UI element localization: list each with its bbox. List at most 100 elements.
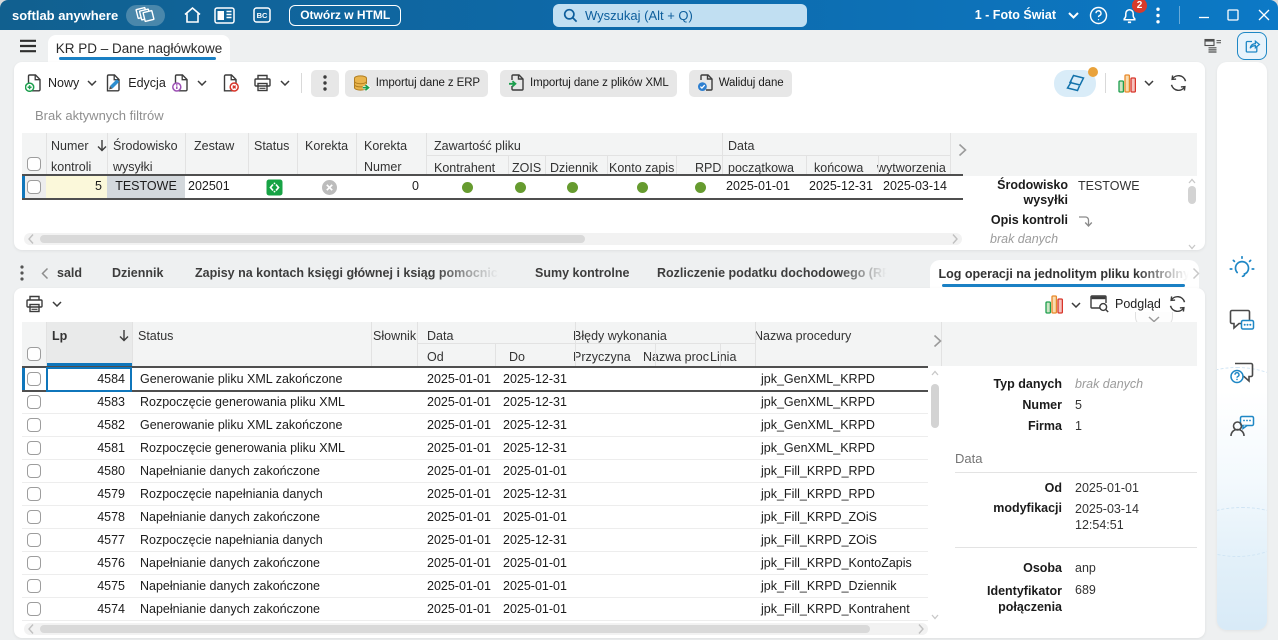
tabs-scroll-left-icon[interactable] <box>41 267 49 280</box>
cell-od[interactable]: 2025-01-01 <box>427 506 491 529</box>
table-row[interactable]: 4577 Rozpoczęcie napełniania danych 2025… <box>22 529 928 552</box>
tab-log-operacji-active[interactable]: Log operacji na jednolitym pliku kontrol… <box>930 260 1199 288</box>
select-all-checkbox[interactable] <box>27 157 41 171</box>
chart-view-button[interactable] <box>1118 73 1154 93</box>
contact-chat-button[interactable] <box>1229 413 1255 439</box>
document-delete-button[interactable] <box>222 74 239 92</box>
share-button[interactable] <box>1237 32 1267 60</box>
toolbar-more-button[interactable] <box>310 69 339 97</box>
cell-nazwa-procedury[interactable]: jpk_Fill_KRPD_Kontrahent <box>761 598 910 621</box>
row-checkbox[interactable] <box>27 418 41 432</box>
tab-kr-pd-dane-naglowkowe[interactable]: KR PD – Dane nagłówkowe <box>48 35 230 62</box>
cell-status[interactable]: Napełnianie danych zakończone <box>140 460 320 483</box>
titlebar-menu-button[interactable] <box>1144 1 1172 29</box>
tabs-scroll-right-icon[interactable] <box>1192 267 1200 280</box>
cell-status[interactable]: Rozpoczęcie generowania pliku XML <box>140 391 345 414</box>
scroll-down-icon[interactable] <box>931 614 939 620</box>
cell-od[interactable]: 2025-01-01 <box>427 483 491 506</box>
grid1-hscrollbar[interactable] <box>24 233 962 245</box>
scroll-left-icon[interactable] <box>28 233 34 245</box>
bc-button[interactable]: BC <box>252 3 272 27</box>
cell-od[interactable]: 2025-01-01 <box>427 529 491 552</box>
edit-button[interactable]: Edycja <box>104 74 166 92</box>
cell-do[interactable]: 2025-01-01 <box>503 552 567 575</box>
col-nazwa-proc[interactable]: Nazwa proc <box>643 347 709 368</box>
cell-do[interactable]: 2025-01-01 <box>503 460 567 483</box>
cell-lp[interactable]: 4579 <box>46 483 132 506</box>
cell-numer[interactable]: 5 <box>46 176 107 198</box>
cell-od[interactable]: 2025-01-01 <box>427 368 491 391</box>
row-checkbox[interactable] <box>27 487 41 501</box>
notifications-button[interactable]: 2 <box>1115 0 1147 29</box>
workspace-pill-button[interactable] <box>126 4 166 26</box>
cell-do[interactable]: 2025-12-31 <box>503 483 567 506</box>
row-checkbox[interactable] <box>27 441 41 455</box>
cell-nazwa-procedury[interactable]: jpk_GenXML_KRPD <box>761 414 875 437</box>
cell-nazwa-procedury[interactable]: jpk_Fill_KRPD_RPD <box>761 460 875 483</box>
validate-button[interactable]: Waliduj dane <box>688 69 792 97</box>
cell-od[interactable]: 2025-01-01 <box>427 437 491 460</box>
cell-status[interactable]: Generowanie pliku XML zakończone <box>140 368 342 391</box>
import-xml-button[interactable]: Importuj dane z plików XML <box>500 69 677 97</box>
cell-status[interactable]: Napełnianie danych zakończone <box>140 598 320 621</box>
cell-status[interactable]: Generowanie pliku XML zakończone <box>140 414 342 437</box>
import-erp-button[interactable]: Importuj dane z ERP <box>344 69 489 97</box>
select-all-checkbox[interactable] <box>27 347 41 361</box>
cell-od[interactable]: 2025-01-01 <box>427 414 491 437</box>
cell-wytworzenia[interactable]: 2025-03-14 <box>878 176 950 198</box>
grid2-expand-chevron[interactable] <box>933 334 942 348</box>
workspace-indicator-button[interactable] <box>1054 66 1098 97</box>
grid2-vscroll-thumb[interactable] <box>931 384 939 428</box>
scroll-right-icon[interactable] <box>918 623 924 635</box>
col-lp[interactable]: Lp <box>52 326 67 347</box>
grid2-hscrollbar[interactable] <box>24 623 928 635</box>
cell-status[interactable]: Rozpoczęcie generowania pliku XML <box>140 437 345 460</box>
row-checkbox[interactable] <box>27 372 41 386</box>
row-checkbox[interactable] <box>27 602 41 616</box>
row-checkbox[interactable] <box>27 464 41 478</box>
chart-view-button[interactable] <box>1045 295 1081 314</box>
cell-status[interactable]: Napełnianie danych zakończone <box>140 575 320 598</box>
cell-lp[interactable]: 4576 <box>46 552 132 575</box>
table-row[interactable]: 4574 Napełnianie danych zakończone 2025-… <box>22 598 928 621</box>
minimize-button[interactable] <box>1191 0 1217 30</box>
col-status[interactable]: Status <box>254 136 289 157</box>
cell-srodowisko[interactable]: TESTOWE <box>107 176 185 198</box>
cell-lp[interactable]: 4574 <box>46 598 132 621</box>
table-row[interactable]: 4582 Generowanie pliku XML zakończone 20… <box>22 414 928 437</box>
cell-do[interactable]: 2025-12-31 <box>503 529 567 552</box>
cell-status[interactable]: Rozpoczęcie napełniania danych <box>140 529 323 552</box>
scroll-down-icon[interactable] <box>1188 244 1196 250</box>
table-row[interactable]: 4575 Napełnianie danych zakończone 2025-… <box>22 575 928 598</box>
cell-do[interactable]: 2025-12-31 <box>503 437 567 460</box>
refresh-button[interactable] <box>1168 73 1189 93</box>
table-row[interactable]: 4584 Generowanie pliku XML zakończone 20… <box>22 368 928 391</box>
tab-sald[interactable]: sald <box>57 258 82 288</box>
cell-lp[interactable]: 4577 <box>46 529 132 552</box>
cell-lp[interactable]: 4582 <box>46 414 132 437</box>
scroll-left-icon[interactable] <box>28 623 34 635</box>
cell-poczatkowa[interactable]: 2025-01-01 <box>722 176 806 198</box>
cell-nazwa-procedury[interactable]: jpk_Fill_KRPD_KontoZapis <box>761 552 912 575</box>
col-slownik[interactable]: Słownik <box>373 326 416 347</box>
cell-nazwa-procedury[interactable]: jpk_GenXML_KRPD <box>761 437 875 460</box>
sort-descending-icon[interactable] <box>118 329 130 342</box>
company-selector[interactable]: 1 - Foto Świat <box>975 8 1056 22</box>
cell-zestaw[interactable]: 202501 <box>185 176 248 198</box>
cell-nazwa-procedury[interactable]: jpk_Fill_KRPD_Dziennik <box>761 575 896 598</box>
cell-do[interactable]: 2025-01-01 <box>503 506 567 529</box>
close-button[interactable] <box>1251 0 1277 30</box>
col-przyczyna[interactable]: Przyczyna <box>573 347 631 368</box>
help-chat-button[interactable] <box>1229 361 1255 387</box>
cell-nazwa-procedury[interactable]: jpk_Fill_KRPD_RPD <box>761 483 875 506</box>
cell-od[interactable]: 2025-01-01 <box>427 460 491 483</box>
cell-nazwa-procedury[interactable]: jpk_GenXML_KRPD <box>761 391 875 414</box>
col-zestaw[interactable]: Zestaw <box>194 136 234 157</box>
cell-korekta-numer[interactable]: 0 <box>356 176 426 198</box>
cell-lp[interactable]: 4581 <box>46 437 132 460</box>
col-srodowisko[interactable]: Środowisko wysyłki <box>113 136 178 178</box>
grid1-expand-chevron[interactable] <box>958 143 967 157</box>
cell-od[interactable]: 2025-01-01 <box>427 575 491 598</box>
tab-zapisy[interactable]: Zapisy na kontach księgi głównej i ksiąg… <box>195 258 502 288</box>
scroll-up-icon[interactable] <box>931 370 939 376</box>
